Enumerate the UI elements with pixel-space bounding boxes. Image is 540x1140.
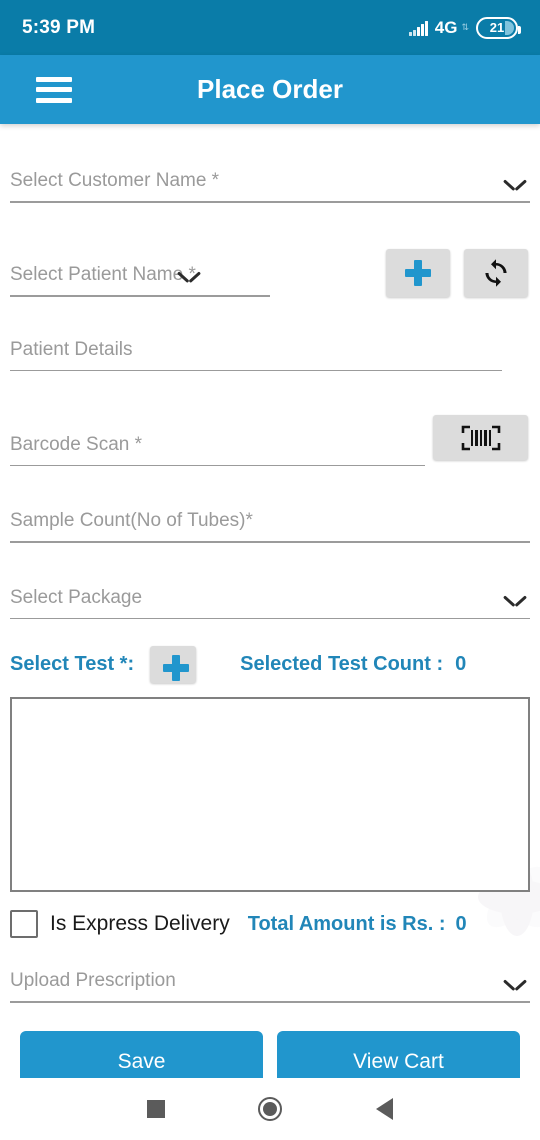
chevron-down-icon[interactable] [504, 979, 526, 991]
barcode-scan-button[interactable] [433, 415, 528, 460]
chevron-down-icon[interactable] [504, 595, 526, 607]
selected-tests-list[interactable] [10, 697, 530, 892]
barcode-row: Barcode Scan * [0, 415, 540, 466]
field-underline [10, 617, 530, 619]
app-bar: Place Order [0, 55, 540, 124]
selected-test-count-value: 0 [455, 653, 467, 675]
add-test-button[interactable] [150, 646, 197, 683]
chevron-down-icon[interactable] [504, 179, 526, 191]
express-delivery-label: Is Express Delivery [50, 912, 230, 935]
total-amount-label: Total Amount is Rs. : [247, 912, 446, 935]
battery-icon: 21 [476, 16, 521, 39]
field-underline [10, 369, 502, 371]
page-title: Place Order [197, 74, 343, 104]
field-underline [10, 541, 530, 543]
upload-prescription-label: Upload Prescription [10, 970, 176, 991]
chevron-down-icon[interactable] [178, 271, 200, 283]
android-nav-bar [0, 1078, 540, 1140]
barcode-scan-field[interactable]: Barcode Scan * [10, 433, 433, 466]
square-recents-icon[interactable] [146, 1100, 165, 1118]
barcode-scan-icon [461, 425, 500, 450]
patient-name-row: Select Patient Name * [0, 248, 540, 297]
status-indicators: 4G ⇅ 21 [409, 16, 521, 39]
refresh-sync-icon [485, 258, 507, 287]
select-test-label: Select Test *: [10, 653, 135, 675]
express-delivery-row: Is Express Delivery Total Amount is Rs. … [10, 910, 530, 938]
barcode-scan-label: Barcode Scan * [10, 433, 143, 455]
plus-icon [163, 654, 190, 681]
field-underline [10, 295, 270, 297]
express-delivery-checkbox[interactable] [10, 910, 38, 938]
triangle-back-icon[interactable] [376, 1098, 394, 1120]
data-arrow-icon: ⇅ [461, 22, 469, 32]
refresh-patient-button[interactable] [464, 248, 528, 297]
patient-details-field[interactable]: Patient Details [10, 338, 502, 371]
form-content: Select Customer Name * Select Patient Na… [0, 124, 540, 1094]
field-underline [10, 464, 425, 466]
customer-name-label: Select Customer Name * [10, 170, 220, 191]
signal-bars-icon [409, 20, 428, 36]
plus-icon [405, 259, 431, 286]
status-bar: 5:39 PM 4G ⇅ 21 [0, 0, 540, 55]
battery-level-label: 21 [489, 20, 505, 35]
status-time: 5:39 PM [22, 16, 96, 38]
select-package-label: Select Package [10, 586, 143, 608]
circle-home-icon[interactable] [258, 1097, 283, 1121]
select-package-field[interactable]: Select Package [10, 586, 530, 619]
upload-prescription-field[interactable]: Upload Prescription [10, 970, 530, 1003]
hamburger-menu-icon[interactable] [36, 76, 72, 103]
field-underline [10, 201, 530, 203]
sample-count-label: Sample Count(No of Tubes)* [10, 510, 253, 531]
selected-test-count-label: Selected Test Count : [240, 653, 444, 675]
select-test-row: Select Test *: Selected Test Count : 0 [10, 646, 530, 683]
app-screen: 5:39 PM 4G ⇅ 21 Place Order Select Custo… [0, 0, 540, 1140]
patient-name-field[interactable]: Select Patient Name * [10, 264, 386, 297]
sample-count-field[interactable]: Sample Count(No of Tubes)* [10, 510, 530, 543]
add-patient-button[interactable] [386, 248, 450, 297]
patient-details-label: Patient Details [10, 338, 133, 360]
network-type-label: 4G [434, 17, 458, 37]
total-amount-value: 0 [455, 912, 467, 935]
customer-name-field[interactable]: Select Customer Name * [10, 170, 530, 203]
field-underline [10, 1001, 530, 1003]
